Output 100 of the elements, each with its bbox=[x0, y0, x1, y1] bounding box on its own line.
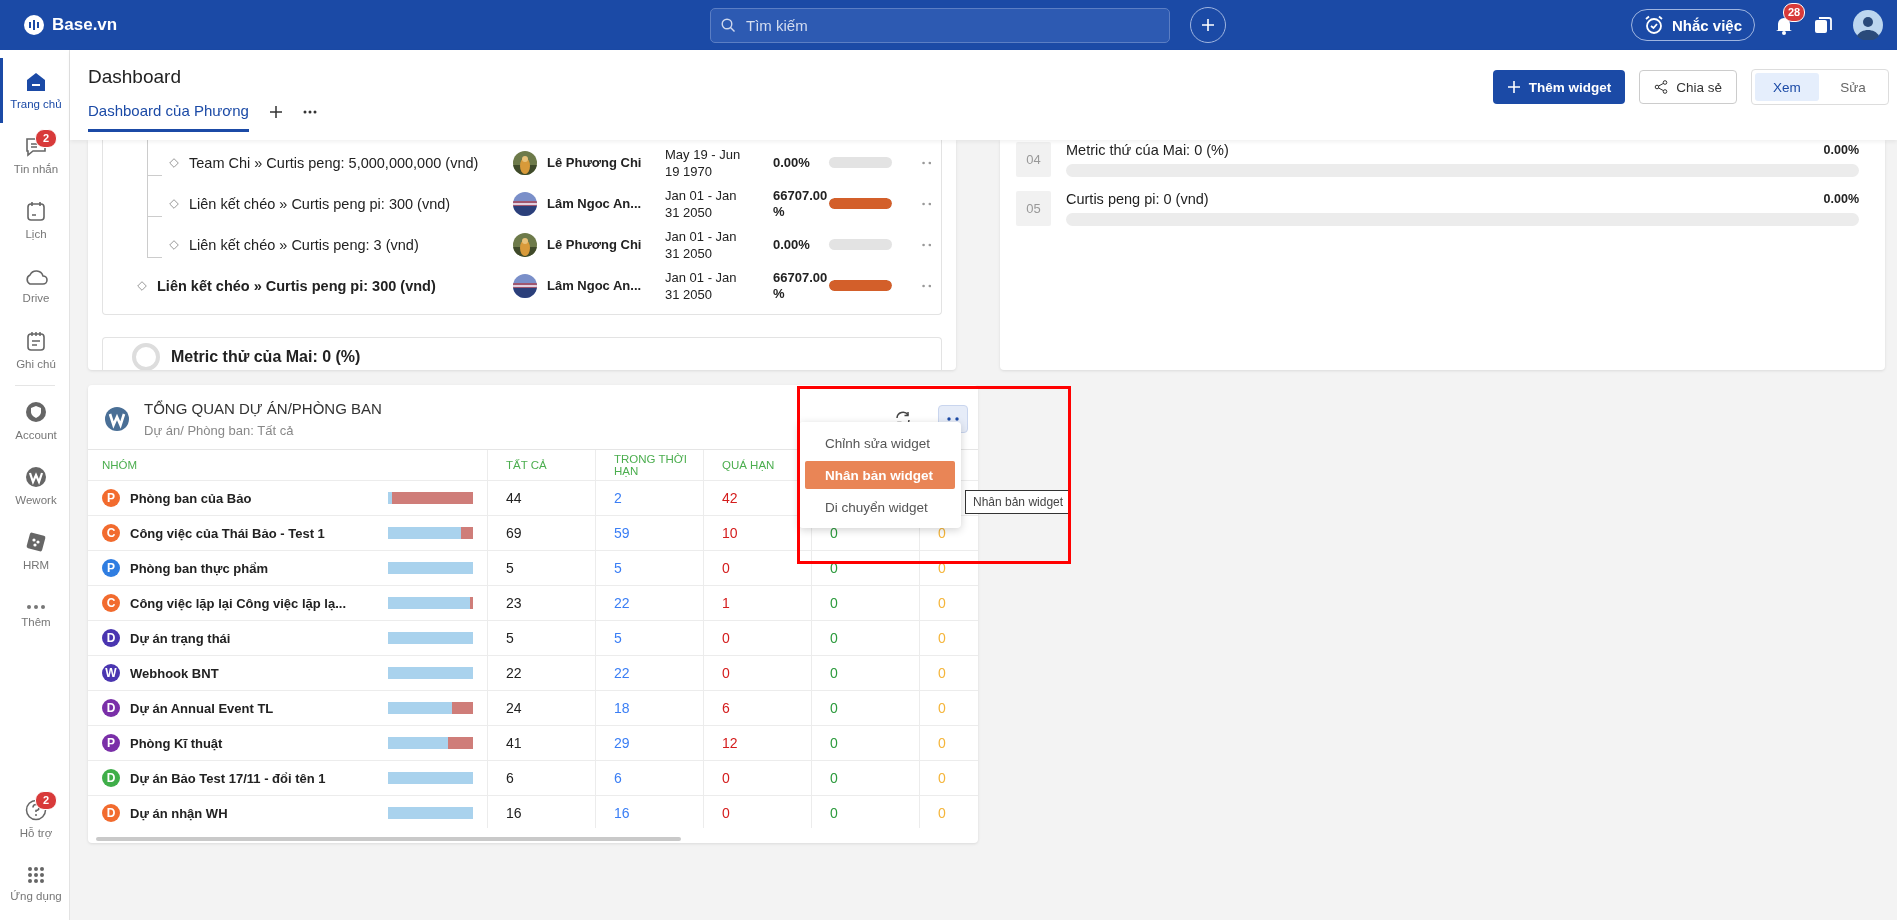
table-cell: 44 bbox=[488, 481, 596, 515]
page-title: Dashboard bbox=[88, 66, 182, 88]
date-range: Jan 01 - Jan 31 2050 bbox=[665, 186, 738, 221]
metric-title: Curtis peng pi: 0 (vnd) bbox=[1066, 191, 1209, 207]
sidebar-item[interactable]: Thêm bbox=[0, 583, 69, 648]
avatar-icon[interactable] bbox=[1853, 10, 1883, 40]
note-icon bbox=[26, 331, 46, 352]
group-name[interactable]: Dự án trạng thái bbox=[130, 630, 231, 646]
progress-percent: 0.00% bbox=[1823, 143, 1859, 157]
group-avatar: C bbox=[102, 524, 120, 542]
sidebar-item[interactable]: 2 Tin nhắn bbox=[0, 123, 69, 188]
more-icon bbox=[26, 603, 46, 610]
table-cell: 59 bbox=[596, 516, 704, 550]
plus-icon bbox=[1200, 17, 1216, 33]
more-icon[interactable] bbox=[302, 110, 317, 114]
calendar-icon bbox=[26, 201, 46, 222]
group-name[interactable]: Dự án Bảo Test 17/11 - đổi tên 1 bbox=[130, 770, 326, 786]
sidebar-item[interactable]: Account bbox=[0, 388, 69, 453]
copy-icon[interactable] bbox=[1813, 15, 1833, 35]
add-icon[interactable] bbox=[268, 105, 283, 119]
group-avatar: P bbox=[102, 734, 120, 752]
goal-title[interactable]: Metric thử của Mai: 0 (%) bbox=[171, 348, 361, 366]
table-cell: 0 bbox=[812, 621, 920, 655]
table-cell: 0 bbox=[812, 796, 920, 828]
group-avatar: D bbox=[102, 769, 120, 787]
group-name[interactable]: Phòng ban thực phẩm bbox=[130, 560, 268, 576]
dashboard-tab[interactable]: Dashboard của Phương bbox=[88, 102, 249, 132]
date-range: Jan 01 - Jan 31 2050 bbox=[665, 268, 738, 303]
table-cell: 0 bbox=[704, 551, 812, 585]
diamond-icon bbox=[169, 239, 179, 250]
more-icon bbox=[947, 417, 959, 421]
sidebar-item[interactable]: 2 Hỗ trợ bbox=[0, 786, 69, 851]
search-input[interactable]: Tìm kiếm bbox=[744, 15, 1159, 35]
group-name[interactable]: Phòng ban của Bảo bbox=[130, 490, 252, 506]
widget-title: TỔNG QUAN DỰ ÁN/PHÒNG BAN bbox=[144, 400, 382, 417]
add-widget-button[interactable]: Thêm widget bbox=[1492, 70, 1626, 104]
share-button[interactable]: Chia sẻ bbox=[1639, 70, 1737, 104]
column-header: TẤT CẢ bbox=[488, 450, 596, 480]
progress-percent: 66707.00% bbox=[773, 187, 829, 220]
progress-percent: 0.00% bbox=[773, 154, 811, 171]
group-avatar: C bbox=[102, 594, 120, 612]
goal-title[interactable]: Liên kết chéo » Curtis peng pi: 300 (vnd) bbox=[189, 195, 451, 212]
sidebar-item[interactable]: Wework bbox=[0, 453, 69, 518]
group-name[interactable]: Dự án nhận WH bbox=[130, 805, 228, 821]
goal-title[interactable]: Team Chi » Curtis peng: 5,000,000,000 (vnd) bbox=[189, 154, 479, 171]
sidebar-item[interactable]: Ứng dụng bbox=[0, 851, 69, 916]
search-icon bbox=[721, 17, 736, 33]
mode-tab[interactable]: Xem bbox=[1755, 73, 1819, 101]
table-cell: 0 bbox=[812, 726, 920, 760]
table-cell: 0 bbox=[704, 621, 812, 655]
alarm-clock-icon bbox=[1643, 15, 1664, 35]
table-cell: 12 bbox=[704, 726, 812, 760]
tree-line bbox=[147, 173, 162, 217]
owner-name: Lê Phương Chi bbox=[547, 237, 642, 252]
dice-icon bbox=[25, 530, 47, 553]
table-cell-text: 0 bbox=[937, 804, 947, 823]
group-name[interactable]: Công việc lặp lại Công việc lặp lạ... bbox=[130, 595, 346, 611]
chat-icon bbox=[25, 136, 47, 157]
logo-icon bbox=[24, 15, 44, 35]
widget-subtitle: Dự án/ Phòng ban: Tất cả bbox=[144, 423, 294, 438]
scrollbar[interactable] bbox=[96, 837, 681, 841]
group-name[interactable]: Webhook BNT bbox=[130, 665, 219, 681]
app-logo[interactable]: Base.vn bbox=[52, 15, 118, 35]
table-cell: 0 bbox=[704, 656, 812, 690]
table-cell-text: 0 bbox=[937, 734, 947, 753]
table-cell: 6 bbox=[704, 691, 812, 725]
table-cell-text: 0 bbox=[937, 699, 947, 718]
group-avatar: D bbox=[102, 699, 120, 717]
group-name[interactable]: Phòng Kĩ thuật bbox=[130, 735, 223, 751]
table-cell: 0 bbox=[812, 586, 920, 620]
table-cell: 16 bbox=[488, 796, 596, 828]
sidebar-item[interactable]: HRM bbox=[0, 518, 69, 583]
table-cell: 2 bbox=[596, 481, 704, 515]
group-name[interactable]: Dự án Annual Event TL bbox=[130, 700, 274, 716]
sidebar-item[interactable]: Ghi chú bbox=[0, 318, 69, 383]
sidebar-item[interactable]: Drive bbox=[0, 253, 69, 318]
table-cell-text: 0 bbox=[937, 769, 947, 788]
goal-title[interactable]: Liên kết chéo » Curtis peng: 3 (vnd) bbox=[189, 236, 419, 253]
diamond-icon bbox=[169, 157, 179, 168]
progress-percent: 0.00% bbox=[1823, 192, 1859, 206]
table-cell: 6 bbox=[488, 761, 596, 795]
table-cell-text: 0 bbox=[937, 664, 947, 683]
table-cell: 23 bbox=[488, 586, 596, 620]
group-avatar: P bbox=[102, 559, 120, 577]
date-range: Jan 01 - Jan 31 2050 bbox=[665, 227, 738, 262]
table-cell: 29 bbox=[596, 726, 704, 760]
table-cell: 6 bbox=[596, 761, 704, 795]
rank-number: 04 bbox=[1016, 142, 1051, 177]
mode-tab[interactable]: Sửa bbox=[1821, 73, 1885, 101]
goal-title[interactable]: Liên kết chéo » Curtis peng pi: 300 (vnd) bbox=[157, 277, 436, 294]
group-name[interactable]: Công việc của Thái Bảo - Test 1 bbox=[130, 525, 325, 541]
sidebar-item[interactable]: Lịch bbox=[0, 188, 69, 253]
table-cell: 0 bbox=[704, 796, 812, 828]
diamond-icon bbox=[169, 198, 179, 209]
home-icon bbox=[25, 71, 47, 92]
owner-name: Lâm Ngoc An... bbox=[547, 278, 642, 293]
group-avatar: P bbox=[102, 489, 120, 507]
share-icon bbox=[1654, 80, 1669, 94]
search-field[interactable]: Tìm kiếm bbox=[710, 7, 1170, 43]
bell-icon[interactable] bbox=[1775, 15, 1793, 35]
